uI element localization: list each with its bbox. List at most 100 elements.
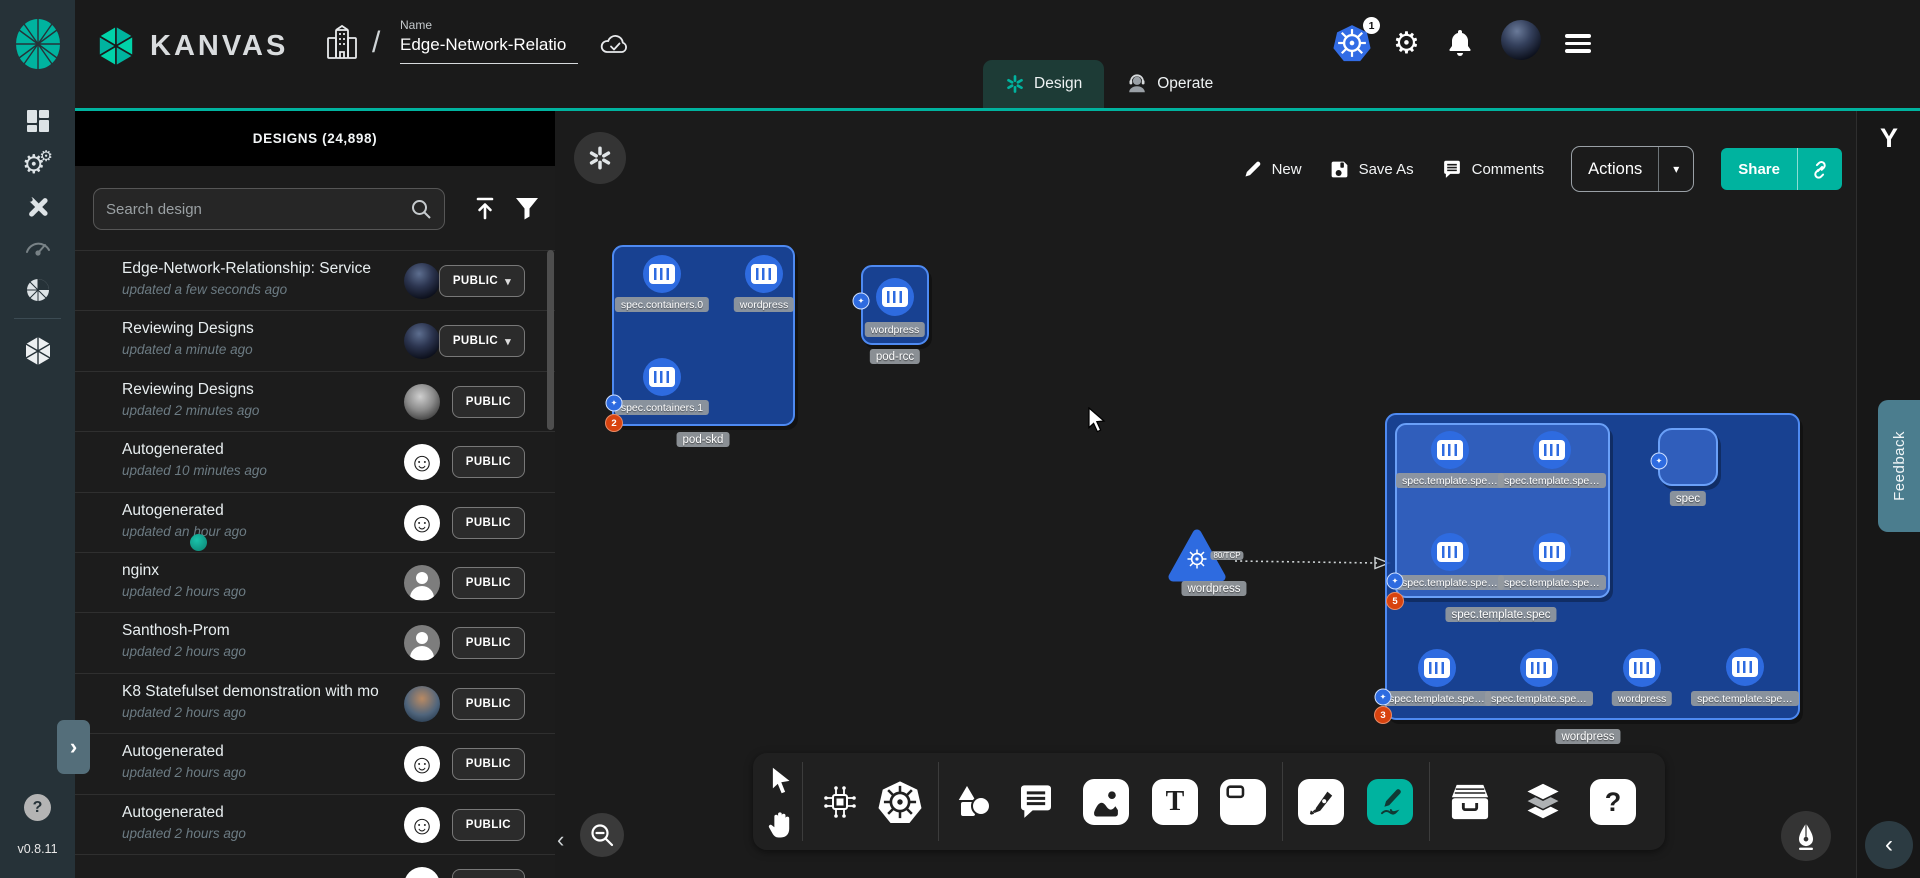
kanvas-logo[interactable]: KANVAS xyxy=(95,24,288,68)
kanvas-hexagon-icon[interactable] xyxy=(0,330,75,372)
design-name-field[interactable]: Name Edge-Network-Relatio xyxy=(400,18,578,64)
actions-dropdown-button[interactable]: Actions xyxy=(1571,146,1694,192)
meshery-logo[interactable] xyxy=(0,14,75,74)
container-node[interactable] xyxy=(643,255,681,293)
owner-avatar[interactable] xyxy=(404,867,440,878)
node-spec[interactable] xyxy=(1658,428,1718,486)
card-tool[interactable] xyxy=(1220,779,1266,825)
lifecycle-gears-icon[interactable]: ⚙⚙ xyxy=(0,145,75,183)
error-count-badge[interactable]: 2 xyxy=(605,414,623,432)
notifications-bell-icon[interactable] xyxy=(1447,28,1473,58)
shapes-tool[interactable] xyxy=(950,779,996,825)
owner-avatar[interactable] xyxy=(404,263,440,299)
owner-avatar[interactable] xyxy=(404,625,440,661)
k8s-badge-icon[interactable]: ✦ xyxy=(1387,573,1404,590)
design-list-item[interactable]: nginx updated 2 hours ago PUBLIC xyxy=(75,552,555,612)
performance-gauge-icon[interactable] xyxy=(0,228,75,266)
owner-avatar[interactable] xyxy=(404,505,440,541)
container-node[interactable] xyxy=(643,358,681,396)
caret-down-icon[interactable] xyxy=(1659,162,1693,176)
owner-avatar[interactable] xyxy=(404,746,440,782)
container-node[interactable] xyxy=(745,255,783,293)
k8s-badge-icon[interactable]: ✦ xyxy=(606,395,623,412)
visibility-badge[interactable]: PUBLIC xyxy=(452,446,525,478)
visibility-badge[interactable]: PUBLIC xyxy=(452,627,525,659)
import-design-icon[interactable] xyxy=(471,194,499,222)
visibility-badge[interactable]: PUBLIC xyxy=(452,809,525,841)
tab-design[interactable]: Design xyxy=(983,60,1104,108)
user-avatar[interactable] xyxy=(1501,20,1541,60)
expand-panel-chevron[interactable]: › xyxy=(57,720,90,774)
settings-gear-icon[interactable]: ⚙ xyxy=(1393,26,1420,61)
owner-avatar[interactable] xyxy=(404,807,440,843)
container-node[interactable] xyxy=(1520,649,1558,687)
design-list-item[interactable]: Autogenerated updated 2 hours ago PUBLIC xyxy=(75,794,555,854)
design-search-box[interactable] xyxy=(93,188,445,230)
panel-scrollbar[interactable] xyxy=(547,250,554,430)
organization-icon[interactable] xyxy=(325,24,359,60)
layers-tool[interactable] xyxy=(1520,779,1566,825)
dashboard-icon[interactable] xyxy=(0,102,75,140)
design-list-item[interactable]: Autogenerated updated 2 hours ago PUBLIC xyxy=(75,733,555,793)
k8s-badge-icon[interactable]: ✦ xyxy=(853,293,870,310)
kubernetes-tool[interactable] xyxy=(877,779,923,825)
visibility-badge[interactable]: PUBLIC xyxy=(439,265,525,297)
menu-icon[interactable] xyxy=(1565,30,1591,57)
owner-avatar[interactable] xyxy=(404,565,440,601)
owner-avatar[interactable] xyxy=(404,323,440,359)
design-list-item[interactable]: K8 Statefulset demonstration with mo upd… xyxy=(75,673,555,733)
design-list-item[interactable]: Santhosh-Prom updated 2 hours ago PUBLIC xyxy=(75,612,555,672)
pan-tool[interactable] xyxy=(760,805,798,843)
configuration-tools-icon[interactable] xyxy=(0,188,75,226)
container-node[interactable] xyxy=(876,278,914,316)
visibility-badge[interactable]: PUBLIC xyxy=(452,507,525,539)
comment-tool[interactable] xyxy=(1013,779,1059,825)
copy-link-icon[interactable] xyxy=(1798,159,1842,179)
design-list-item[interactable]: Reviewing Designs updated 2 minutes ago … xyxy=(75,371,555,431)
save-as-button[interactable]: Save As xyxy=(1329,159,1414,180)
node-spec-template-spec[interactable] xyxy=(1395,423,1610,598)
freehand-draw-tool[interactable] xyxy=(1367,779,1413,825)
image-tool[interactable] xyxy=(1083,779,1129,825)
container-node[interactable] xyxy=(1726,648,1764,686)
design-list-item[interactable]: Autogenerated updated an hour ago PUBLIC xyxy=(75,492,555,552)
new-button[interactable]: New xyxy=(1243,159,1302,179)
owner-avatar[interactable] xyxy=(404,686,440,722)
components-tool[interactable] xyxy=(817,779,863,825)
k8s-badge-icon[interactable]: ✦ xyxy=(1375,689,1392,706)
error-count-badge[interactable]: 3 xyxy=(1374,706,1392,724)
container-node[interactable] xyxy=(1431,431,1469,469)
visibility-badge[interactable]: PUBLIC xyxy=(452,869,525,878)
help-icon[interactable]: ? xyxy=(24,794,51,821)
canvas-menu-button[interactable] xyxy=(574,132,626,184)
collapse-right-chevron[interactable]: ‹ xyxy=(1865,821,1913,869)
visibility-badge[interactable]: PUBLIC xyxy=(452,386,525,418)
collapse-panel-chevron[interactable]: ‹ xyxy=(557,827,564,853)
visibility-badge[interactable]: PUBLIC xyxy=(452,567,525,599)
edge-service-to-deployment[interactable] xyxy=(1231,551,1391,571)
design-list-item[interactable]: Reviewing Designs updated a minute ago P… xyxy=(75,310,555,370)
share-button[interactable]: Share xyxy=(1721,148,1842,190)
mesh-adapter-icon[interactable] xyxy=(0,270,75,310)
comments-button[interactable]: Comments xyxy=(1441,159,1545,180)
kubernetes-context-icon[interactable]: 1 xyxy=(1333,24,1373,64)
drawer-tool[interactable] xyxy=(1447,779,1493,825)
design-list-item[interactable]: PUBLIC xyxy=(75,854,555,878)
design-list-item[interactable]: Autogenerated updated 10 minutes ago PUB… xyxy=(75,431,555,491)
select-tool[interactable] xyxy=(760,761,798,799)
error-count-badge[interactable]: 5 xyxy=(1386,592,1404,610)
text-tool[interactable]: T xyxy=(1152,779,1198,825)
container-node[interactable] xyxy=(1533,431,1571,469)
container-node[interactable] xyxy=(1418,649,1456,687)
design-canvas[interactable]: New Save As Comments Actions Share xyxy=(555,111,1856,878)
visibility-badge[interactable]: PUBLIC xyxy=(452,688,525,720)
help-tool[interactable]: ? xyxy=(1590,779,1636,825)
search-icon[interactable] xyxy=(410,198,432,220)
pen-mode-button[interactable] xyxy=(1781,811,1831,861)
design-name-value[interactable]: Edge-Network-Relatio xyxy=(400,35,578,55)
tab-operate[interactable]: Operate xyxy=(1104,60,1235,108)
container-node[interactable] xyxy=(1623,649,1661,687)
zoom-out-button[interactable] xyxy=(580,813,624,857)
merge-version-icon[interactable]: Y xyxy=(1857,123,1920,154)
search-input[interactable] xyxy=(106,201,410,218)
